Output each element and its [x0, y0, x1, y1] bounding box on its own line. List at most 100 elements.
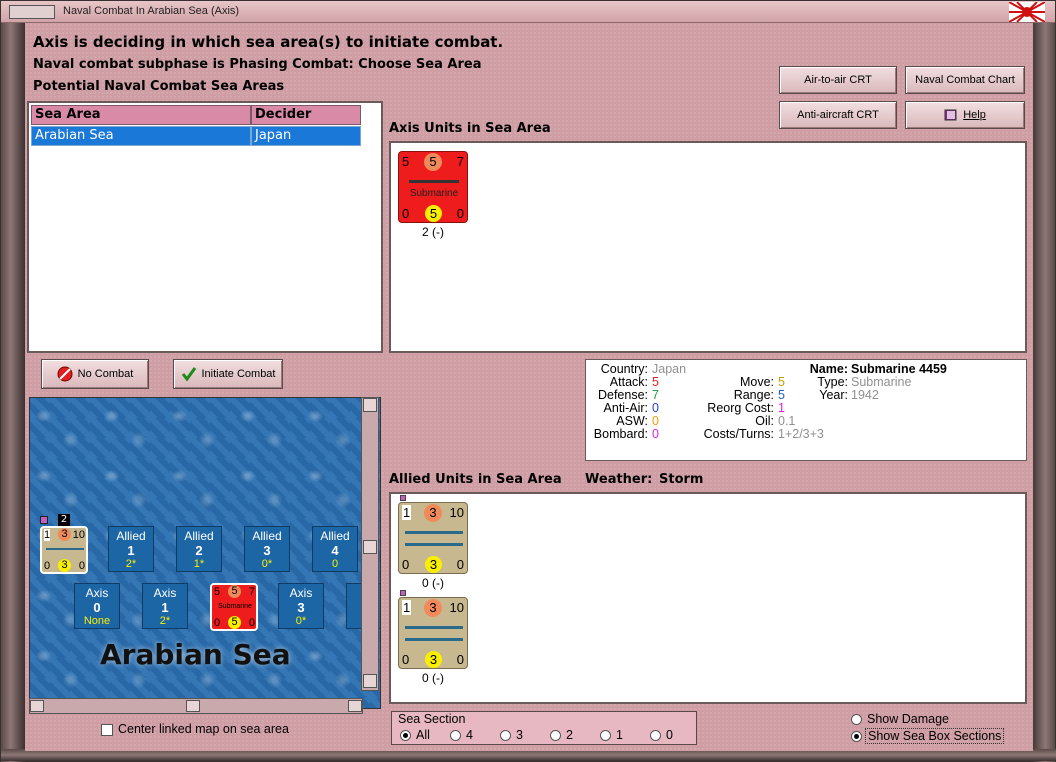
sea-section-radio-4[interactable] [450, 730, 461, 741]
sea-section-radio-0[interactable] [650, 730, 661, 741]
reorg-label: Reorg Cost: [707, 401, 774, 415]
type-label: Type: [817, 375, 848, 389]
anti-aircraft-crt-button[interactable]: Anti-aircraft CRT [779, 101, 897, 129]
move-value: 5 [228, 585, 241, 598]
country-value: Japan [652, 362, 687, 376]
map-vertical-scrollbar[interactable] [361, 397, 379, 691]
move-value: 3 [58, 528, 71, 541]
axis-units-label: Axis Units in Sea Area [389, 121, 551, 136]
subphase-text: Naval combat subphase is Phasing Combat:… [33, 57, 482, 72]
defense-value: 10 [449, 505, 464, 520]
allied-sea-box-3[interactable]: Allied 3 0* [244, 526, 290, 572]
asw-value: 0 [652, 414, 659, 428]
ship-silhouette-icon [46, 548, 84, 550]
year-label: Year: [819, 388, 848, 402]
map-allied-counter[interactable]: 1 3 10 0 3 0 [40, 526, 88, 574]
allied-unit-counter[interactable]: 1 3 10 0 3 0 [398, 502, 468, 574]
sea-section-radio-all[interactable] [400, 730, 411, 741]
window-menu-icon[interactable] [9, 5, 55, 19]
ship-silhouette-icon [405, 543, 463, 546]
attack-value: 1 [44, 529, 51, 541]
defense-label: Defense: [597, 388, 648, 402]
map-axis-submarine-counter[interactable]: 5 5 7 Submarine 0 5 0 [210, 583, 258, 631]
sea-section-radio-3[interactable] [500, 730, 511, 741]
unit-caption: 2 (-) [422, 225, 444, 239]
sea-area-map[interactable]: 2 1 3 10 0 3 0 Allied 1 2* Allied 2 1* A… [29, 397, 381, 709]
allied-units-label: Allied Units in Sea Area [389, 472, 562, 487]
help-book-icon [944, 109, 957, 121]
title-bar[interactable]: Naval Combat In Arabian Sea (Axis) [1, 1, 1055, 23]
defense-value: 10 [449, 600, 464, 615]
box-sub: 2* [125, 558, 137, 570]
oil-label: Oil: [755, 414, 774, 428]
naval-combat-chart-button[interactable]: Naval Combat Chart [905, 66, 1025, 94]
oil-value: 0.1 [778, 414, 796, 428]
potential-areas-label: Potential Naval Combat Sea Areas [33, 79, 285, 94]
show-sea-box-sections-label: Show Sea Box Sections [865, 728, 1005, 744]
vertical-scroll-thumb[interactable] [363, 540, 377, 554]
box-sub: 0* [261, 558, 273, 570]
aa-value: 0 [402, 652, 410, 667]
box-sub: 0* [295, 615, 307, 627]
button-label: No Combat [77, 368, 134, 380]
radio-label: All [416, 728, 430, 742]
help-button[interactable]: Help [905, 101, 1025, 129]
stack-marker-icon [40, 516, 48, 524]
status-headline: Axis is deciding in which sea area(s) to… [33, 33, 504, 51]
scroll-up-icon[interactable] [363, 398, 377, 412]
asw-value: 0 [78, 560, 85, 572]
scroll-down-icon[interactable] [363, 674, 377, 688]
box-label: Allied [320, 529, 350, 543]
box-label: Allied [252, 529, 282, 543]
axis-sea-box-0[interactable]: Axis 0 None [74, 583, 120, 629]
column-header-decider[interactable]: Decider [251, 105, 361, 125]
unit-type-label: Submarine [409, 188, 459, 199]
axis-unit-counter[interactable]: 5 5 7 Submarine 0 5 0 [398, 151, 468, 223]
map-horizontal-scrollbar[interactable] [29, 698, 363, 714]
unit-caption: 0 (-) [422, 576, 444, 590]
attack-value: 5 [214, 586, 221, 598]
sea-section-radio-1[interactable] [600, 730, 611, 741]
show-sea-box-sections-radio[interactable] [851, 731, 862, 742]
year-value: 1942 [851, 388, 879, 402]
button-label: Air-to-air CRT [804, 74, 872, 86]
allied-sea-box-2[interactable]: Allied 2 1* [176, 526, 222, 572]
stack-marker-icon [400, 590, 406, 596]
air-to-air-crt-button[interactable]: Air-to-air CRT [779, 66, 897, 94]
attack-value: 1 [402, 600, 412, 615]
allied-units-panel: 1 3 10 0 3 0 0 (-) 1 3 10 0 3 0 0 (-) [389, 492, 1027, 704]
axis-sea-box-3[interactable]: Axis 3 0* [278, 583, 324, 629]
center-map-label: Center linked map on sea area [118, 722, 289, 736]
costs-value: 1+2/3+3 [778, 427, 824, 441]
move-label: Move: [739, 375, 774, 389]
box-sub: 2* [159, 615, 171, 627]
allied-sea-box-1[interactable]: Allied 1 2* [108, 526, 154, 572]
axis-sea-box-1[interactable]: Axis 1 2* [142, 583, 188, 629]
radio-label: 0 [666, 728, 673, 742]
aa-value: 0 [402, 557, 410, 572]
table-cell-decider[interactable]: Japan [251, 126, 361, 146]
defense-value: 7 [456, 154, 464, 169]
allied-unit-counter[interactable]: 1 3 10 0 3 0 [398, 597, 468, 669]
initiate-combat-button[interactable]: Initiate Combat [173, 359, 283, 389]
attack-value: 1 [402, 505, 412, 520]
box-label: Axis [289, 586, 313, 600]
scroll-left-icon[interactable] [30, 700, 44, 712]
asw-value: 0 [456, 206, 464, 221]
window-title: Naval Combat In Arabian Sea (Axis) [63, 5, 240, 17]
radio-label: 3 [516, 728, 523, 742]
no-combat-button[interactable]: No Combat [41, 359, 149, 389]
ship-silhouette-icon [405, 638, 463, 641]
center-map-checkbox[interactable] [101, 724, 113, 736]
show-damage-radio[interactable] [851, 714, 862, 725]
range-value: 3 [425, 651, 442, 668]
sea-section-radio-2[interactable] [550, 730, 561, 741]
column-header-sea-area[interactable]: Sea Area [31, 105, 251, 125]
unit-type-label: Submarine [218, 603, 252, 610]
horizontal-scroll-thumb[interactable] [186, 700, 200, 712]
dialog-content: Axis is deciding in which sea area(s) to… [25, 23, 1033, 751]
table-cell-sea-area[interactable]: Arabian Sea [31, 126, 251, 146]
allied-sea-box-4[interactable]: Allied 4 0 [312, 526, 358, 572]
scroll-right-icon[interactable] [348, 700, 362, 712]
aa-value: 0 [402, 206, 410, 221]
